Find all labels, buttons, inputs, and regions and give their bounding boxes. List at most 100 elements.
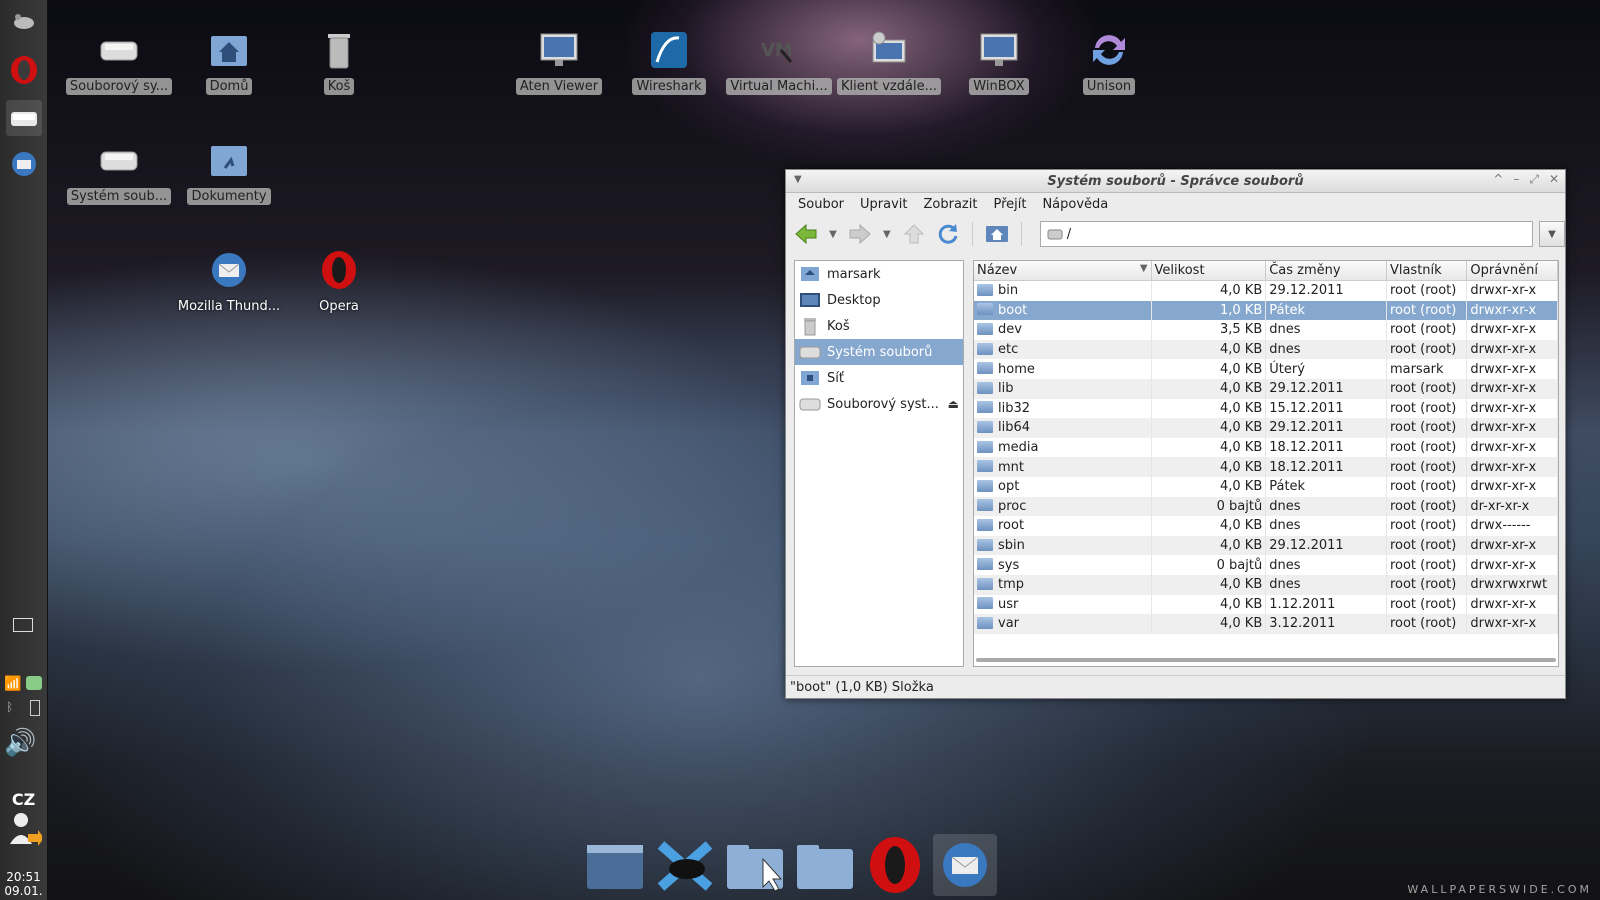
table-row[interactable]: sbin 4,0 KB 29.12.2011 root (root) drwxr-xr-…: [974, 535, 1558, 556]
forward-history-dropdown[interactable]: ▼: [880, 229, 894, 240]
sidebar-item-trash[interactable]: Koš: [795, 313, 963, 339]
file-name: media: [974, 437, 1152, 458]
maximize-button[interactable]: ⤢: [1529, 172, 1539, 187]
desktop-icon-unison[interactable]: Unison: [1054, 26, 1164, 95]
table-row[interactable]: lib32 4,0 KB 15.12.2011 root (root) drwxr-xr…: [974, 398, 1558, 419]
file-name: etc: [974, 339, 1152, 360]
desktop-icon-virtual-machine[interactable]: VM Virtual Machi...: [724, 26, 834, 95]
back-history-dropdown[interactable]: ▼: [826, 229, 840, 240]
desktop-icon-system-files[interactable]: Systém soub...: [64, 136, 174, 205]
dock-item-opera[interactable]: [863, 834, 927, 896]
file-size: 4,0 KB: [1151, 418, 1267, 438]
thunderbird-launcher-icon[interactable]: [6, 146, 42, 182]
file-permissions: drwxr-xr-x: [1466, 280, 1558, 301]
file-permissions: drwxr-xr-x: [1466, 398, 1558, 419]
desktop-icon-remote-client[interactable]: Klient vzdále...: [834, 26, 944, 95]
table-row[interactable]: var 4,0 KB 3.12.2011 root (root) drwxr-xr-x: [974, 614, 1558, 634]
sidebar-item-filesystem[interactable]: Systém souborů: [795, 339, 963, 365]
forward-arrow-icon: [849, 224, 871, 244]
menu-go[interactable]: Přejít: [985, 197, 1034, 212]
mouse-menu-icon[interactable]: [6, 4, 42, 40]
folder-icon: [977, 597, 993, 610]
dock-item-xfce[interactable]: [653, 834, 717, 896]
table-row[interactable]: etc 4,0 KB dnes root (root) drwxr-xr-x: [974, 339, 1558, 360]
desktop-icon-label: Domů: [205, 78, 253, 95]
shade-button[interactable]: ^: [1493, 172, 1503, 187]
opera-launcher-icon[interactable]: [6, 52, 42, 88]
cell-text: 4,0 KB: [1219, 361, 1263, 377]
reload-button[interactable]: [934, 220, 962, 248]
cell-text: dnes: [1269, 498, 1301, 514]
menu-help[interactable]: Nápověda: [1034, 197, 1116, 212]
dock-item-desktop[interactable]: [583, 834, 647, 896]
desktop-icon-filesystem[interactable]: Souborový sy...: [64, 26, 174, 95]
file-modified: dnes: [1265, 516, 1387, 536]
sidebar-item-home[interactable]: marsark: [795, 261, 963, 287]
cell-text: 4,0 KB: [1219, 538, 1263, 554]
bluetooth-icon[interactable]: ᛒ: [6, 700, 13, 714]
column-header-size[interactable]: Velikost: [1151, 261, 1267, 281]
menu-view[interactable]: Zobrazit: [915, 197, 985, 212]
battery-icon[interactable]: [30, 700, 40, 716]
column-header-owner[interactable]: Vlastník: [1386, 261, 1468, 281]
column-header-permissions[interactable]: Oprávnění: [1466, 261, 1558, 281]
home-button[interactable]: [983, 220, 1011, 248]
titlebar[interactable]: ▼ Systém souborů - Správce souborů ^ – ⤢…: [786, 170, 1565, 193]
forward-button[interactable]: [846, 220, 874, 248]
location-bar[interactable]: /: [1039, 221, 1534, 247]
clock[interactable]: 20:51 09.01.: [0, 870, 47, 898]
sidebar-item-desktop[interactable]: Desktop: [795, 287, 963, 313]
file-manager-launcher-icon[interactable]: [6, 100, 42, 136]
show-desktop-icon[interactable]: [13, 618, 33, 632]
table-row[interactable]: proc 0 bajtů dnes root (root) dr-xr-xr-x: [974, 496, 1558, 517]
minimize-button[interactable]: –: [1513, 172, 1519, 187]
table-row[interactable]: usr 4,0 KB 1.12.2011 root (root) drwxr-xr-x: [974, 594, 1558, 615]
table-row[interactable]: bin 4,0 KB 29.12.2011 root (root) drwxr-xr-x: [974, 280, 1558, 301]
user-logout-icon[interactable]: [8, 810, 44, 846]
file-name: sys: [974, 555, 1152, 575]
keyboard-layout[interactable]: CZ: [0, 790, 47, 809]
cell-text: 29.12.2011: [1269, 381, 1344, 397]
menu-edit[interactable]: Upravit: [852, 197, 915, 212]
column-header-modified[interactable]: Čas změny: [1265, 261, 1387, 281]
table-row[interactable]: boot 1,0 KB Pátek root (root) drwxr-xr-x: [974, 300, 1558, 321]
wifi-icon[interactable]: 📶: [4, 676, 21, 692]
table-row[interactable]: lib 4,0 KB 29.12.2011 root (root) drwxr-xr-x: [974, 378, 1558, 399]
location-dropdown-button[interactable]: ▼: [1539, 221, 1565, 247]
file-owner: root (root): [1386, 555, 1468, 575]
back-button[interactable]: [792, 220, 820, 248]
desktop-icon-wireshark[interactable]: Wireshark: [614, 26, 724, 95]
horizontal-scrollbar[interactable]: [976, 658, 1556, 662]
desktop-icon-winbox[interactable]: WinBOX: [944, 26, 1054, 95]
desktop-icon-documents[interactable]: Dokumenty: [174, 136, 284, 205]
column-header-name[interactable]: Název ▼: [974, 261, 1152, 281]
table-row[interactable]: dev 3,5 KB dnes root (root) drwxr-xr-x: [974, 320, 1558, 340]
table-row[interactable]: lib64 4,0 KB 29.12.2011 root (root) drwxr-xr…: [974, 418, 1558, 438]
eject-icon[interactable]: ⏏: [948, 397, 959, 411]
window-menu-icon[interactable]: ▼: [794, 174, 802, 185]
up-button[interactable]: [900, 220, 928, 248]
table-row[interactable]: tmp 4,0 KB dnes root (root) drwxrwxrwt: [974, 574, 1558, 595]
file-owner: root (root): [1386, 378, 1468, 399]
desktop-icon-thunderbird[interactable]: Mozilla Thund...: [174, 246, 284, 315]
table-row[interactable]: mnt 4,0 KB 18.12.2011 root (root) drwxr-xr-x: [974, 457, 1558, 477]
table-row[interactable]: opt 4,0 KB Pátek root (root) drwxr-xr-x: [974, 476, 1558, 497]
desktop-icon-home[interactable]: Domů: [174, 26, 284, 95]
close-button[interactable]: ✕: [1549, 172, 1559, 187]
menu-file[interactable]: Soubor: [790, 197, 852, 212]
desktop-icon-opera[interactable]: Opera: [284, 246, 394, 315]
dock-item-folder[interactable]: [793, 834, 857, 896]
desktop-icon-trash[interactable]: Koš: [284, 26, 394, 95]
table-row[interactable]: media 4,0 KB 18.12.2011 root (root) drwxr-xr…: [974, 437, 1558, 458]
dock-item-thunderbird[interactable]: [933, 834, 997, 896]
sidebar-item-volume[interactable]: Souborový syst... ⏏: [795, 391, 963, 417]
table-row[interactable]: root 4,0 KB dnes root (root) drwx------: [974, 516, 1558, 536]
network-icon[interactable]: [26, 676, 42, 690]
table-row[interactable]: sys 0 bajtů dnes root (root) drwxr-xr-x: [974, 555, 1558, 575]
volume-icon[interactable]: 🔊: [4, 728, 36, 758]
dock-item-file-manager[interactable]: [723, 834, 787, 896]
desktop-icon-aten-viewer[interactable]: Aten Viewer: [504, 26, 614, 95]
file-modified: 18.12.2011: [1265, 457, 1387, 477]
table-row[interactable]: home 4,0 KB Úterý marsark drwxr-xr-x: [974, 359, 1558, 379]
sidebar-item-network[interactable]: Síť: [795, 365, 963, 391]
